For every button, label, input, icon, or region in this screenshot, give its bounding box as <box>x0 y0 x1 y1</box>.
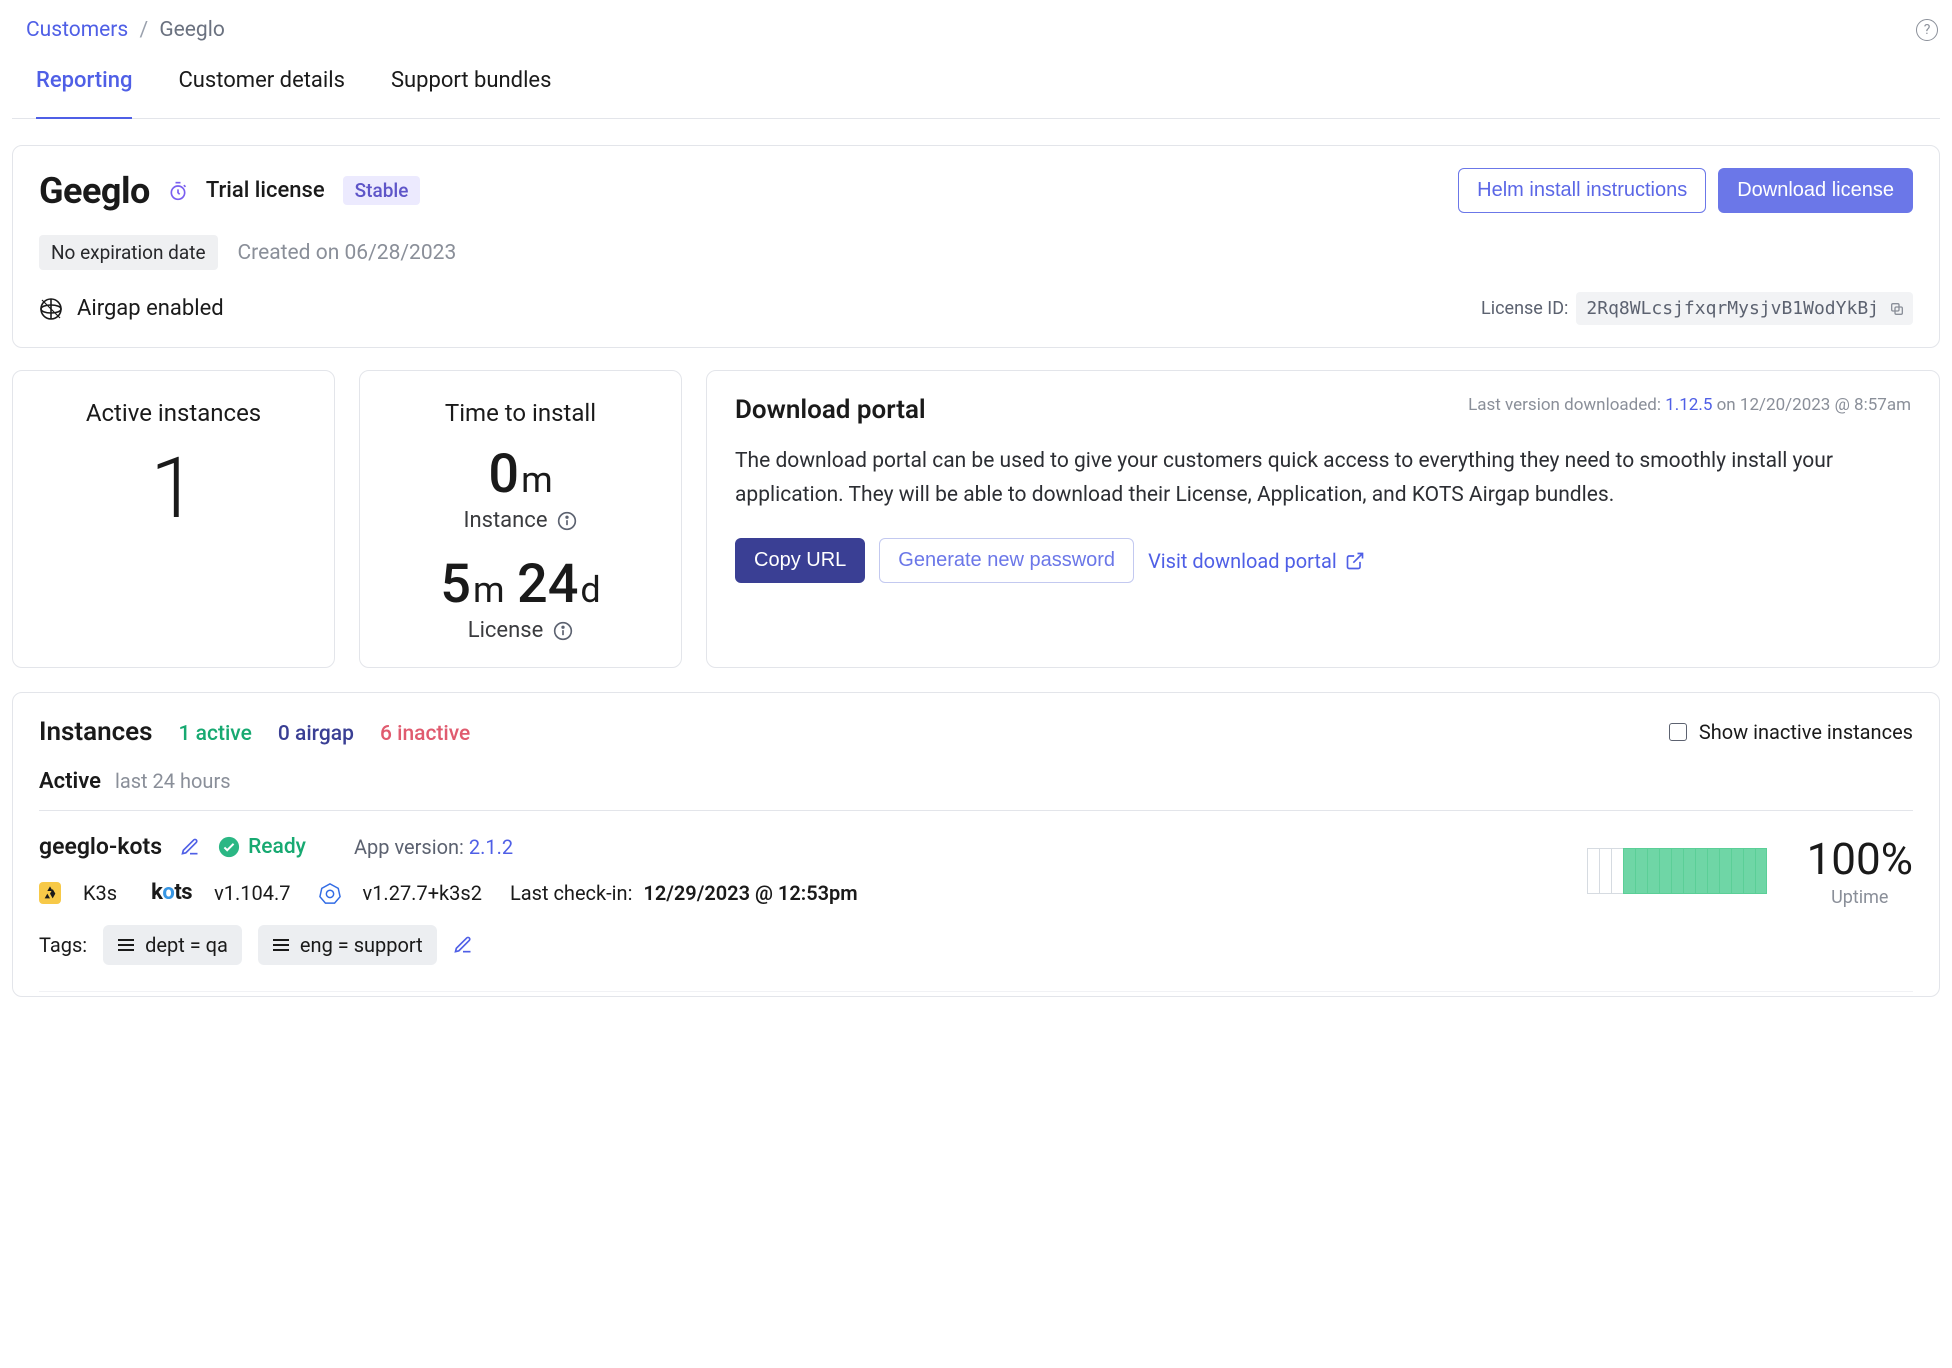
last-checkin: Last check-in: 12/29/2023 @ 12:53pm <box>510 881 858 905</box>
active-instances-card: Active instances 1 <box>12 370 335 668</box>
uptime-bar <box>1599 848 1611 894</box>
instances-card: Instances 1 active 0 airgap 6 inactive S… <box>12 692 1940 997</box>
tti-license-unit1: m <box>473 569 505 611</box>
uptime-bar <box>1635 848 1647 894</box>
uptime-bar <box>1731 848 1743 894</box>
breadcrumb-leaf: Geeglo <box>159 18 224 42</box>
instance-name[interactable]: geeglo-kots <box>39 833 162 860</box>
instances-title: Instances <box>39 717 153 747</box>
app-version-link[interactable]: 2.1.2 <box>469 835 513 859</box>
uptime-bar <box>1719 848 1731 894</box>
trial-clock-icon <box>168 181 188 201</box>
instances-inactive-count: 6 inactive <box>380 722 470 746</box>
external-link-icon <box>1345 551 1365 571</box>
airgap-label: Airgap enabled <box>77 296 224 321</box>
instance-distro: K3s <box>83 881 117 905</box>
checkbox-icon[interactable] <box>1669 723 1687 741</box>
license-type: Trial license <box>206 178 325 203</box>
tti-instance-label: Instance <box>464 508 548 533</box>
customer-header-card: Geeglo Trial license Stable Helm install… <box>12 145 1940 348</box>
tti-license-value1: 5 <box>440 553 471 616</box>
channel-badge: Stable <box>343 176 421 205</box>
download-portal-card: Download portal Last version downloaded:… <box>706 370 1940 668</box>
help-icon[interactable]: ? <box>1916 19 1938 41</box>
tab-support-bundles[interactable]: Support bundles <box>391 68 552 118</box>
k8s-version: v1.27.7+k3s2 <box>363 881 482 905</box>
kots-version: v1.104.7 <box>214 881 290 905</box>
edit-tags-icon[interactable] <box>453 935 473 955</box>
info-icon[interactable] <box>557 511 577 531</box>
uptime-bar <box>1659 848 1671 894</box>
expiration-chip: No expiration date <box>39 235 218 270</box>
tab-reporting[interactable]: Reporting <box>36 68 132 119</box>
tag-pill: dept = qa <box>103 925 242 965</box>
instance-status: Ready <box>218 835 306 859</box>
edit-icon[interactable] <box>180 837 200 857</box>
instances-airgap-count: 0 airgap <box>278 722 354 746</box>
k3s-icon <box>39 882 61 904</box>
show-inactive-toggle[interactable]: Show inactive instances <box>1669 720 1913 744</box>
airgap-icon <box>39 297 63 321</box>
license-id-label: License ID: <box>1481 298 1568 319</box>
tti-instance-unit: m <box>521 459 553 501</box>
uptime-bar <box>1683 848 1695 894</box>
tag-lines-icon <box>117 938 135 952</box>
helm-install-button[interactable]: Helm install instructions <box>1458 168 1706 213</box>
uptime-bar <box>1707 848 1719 894</box>
uptime-label: Uptime <box>1807 887 1913 908</box>
tti-title: Time to install <box>380 399 661 427</box>
portal-description: The download portal can be used to give … <box>735 445 1911 512</box>
tabs: Reporting Customer details Support bundl… <box>12 50 1940 119</box>
generate-password-button[interactable]: Generate new password <box>879 538 1134 583</box>
tti-instance-value: 0 <box>488 443 519 506</box>
breadcrumb-root[interactable]: Customers <box>26 18 128 42</box>
active-instances-title: Active instances <box>33 399 314 427</box>
license-id-value: 2Rq8WLcsjfxqrMysjvB1WodYkBj <box>1576 292 1913 325</box>
time-to-install-card: Time to install 0m Instance 5m 24d Licen… <box>359 370 682 668</box>
copy-url-button[interactable]: Copy URL <box>735 538 865 583</box>
instances-active-count: 1 active <box>179 722 252 746</box>
uptime-bar <box>1587 848 1599 894</box>
active-section-range: last 24 hours <box>115 769 231 793</box>
uptime-bar <box>1695 848 1707 894</box>
tags-label: Tags: <box>39 933 87 957</box>
active-section-label: Active <box>39 769 101 794</box>
tti-license-value2: 24 <box>517 553 578 616</box>
uptime-bar <box>1623 848 1635 894</box>
uptime-bar <box>1647 848 1659 894</box>
info-icon[interactable] <box>553 621 573 641</box>
visit-portal-link[interactable]: Visit download portal <box>1148 549 1365 573</box>
tab-customer-details[interactable]: Customer details <box>178 68 345 118</box>
created-on: Created on 06/28/2023 <box>238 241 457 265</box>
uptime-bar <box>1743 848 1755 894</box>
breadcrumb: Customers / Geeglo <box>26 18 225 42</box>
tti-license-label: License <box>468 618 544 643</box>
uptime-bar <box>1611 848 1623 894</box>
portal-meta: Last version downloaded: 1.12.5 on 12/20… <box>1468 395 1911 415</box>
download-license-button[interactable]: Download license <box>1718 168 1913 213</box>
breadcrumb-sep: / <box>139 18 148 42</box>
active-instances-value: 1 <box>33 443 314 535</box>
uptime-bars <box>1587 848 1767 894</box>
customer-name: Geeglo <box>39 170 150 212</box>
uptime-bar <box>1671 848 1683 894</box>
portal-version: 1.12.5 <box>1665 395 1712 415</box>
instance-app-version: App version: 2.1.2 <box>354 835 513 859</box>
tag-lines-icon <box>272 938 290 952</box>
tti-license-unit2: d <box>580 569 600 611</box>
uptime-bar <box>1755 848 1767 894</box>
kubernetes-icon <box>319 882 341 904</box>
kots-logo-icon: kots <box>151 880 192 905</box>
check-circle-icon <box>218 836 240 858</box>
tag-pill: eng = support <box>258 925 437 965</box>
instance-row: geeglo-kots Ready App version: 2.1.2 <box>39 811 1913 992</box>
portal-title: Download portal <box>735 395 926 425</box>
uptime-percent: 100% <box>1807 833 1913 885</box>
copy-icon[interactable] <box>1889 301 1905 317</box>
